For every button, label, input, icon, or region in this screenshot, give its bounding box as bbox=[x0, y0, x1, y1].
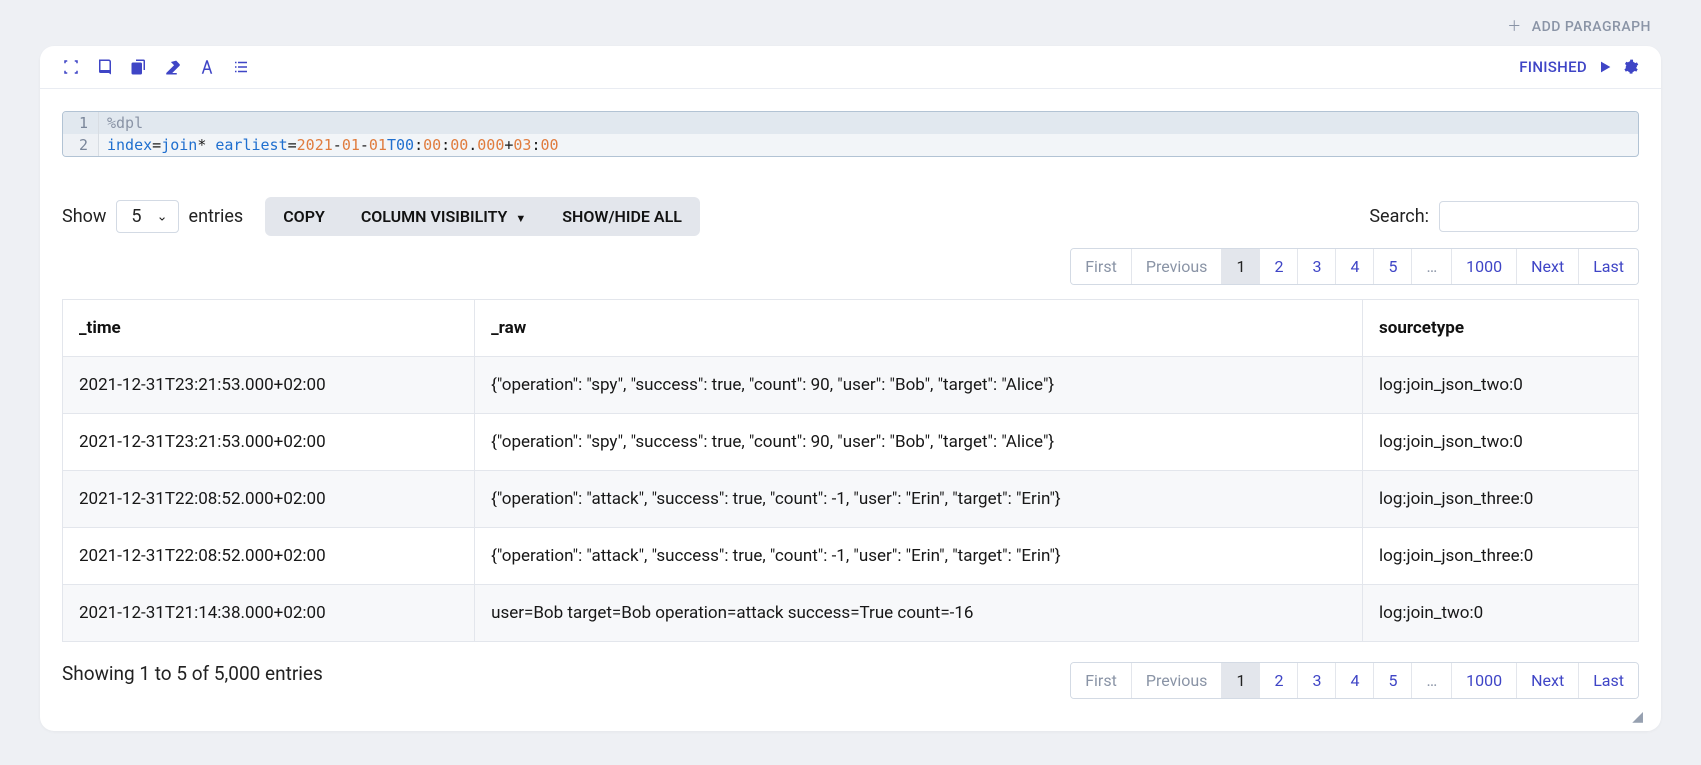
page-button[interactable]: 1000 bbox=[1451, 663, 1516, 698]
page-button[interactable]: 5 bbox=[1373, 663, 1411, 698]
page-button: Previous bbox=[1131, 249, 1222, 284]
code-line-2: 2 index=join* earliest=2021-01-01T00:00:… bbox=[63, 134, 1638, 156]
column-header[interactable]: sourcetype bbox=[1363, 300, 1639, 357]
gear-icon[interactable] bbox=[1623, 59, 1639, 75]
add-paragraph-label: ADD PARAGRAPH bbox=[1532, 19, 1651, 35]
page-button[interactable]: Last bbox=[1578, 249, 1638, 284]
copy-button[interactable]: COPY bbox=[265, 197, 343, 236]
page-button[interactable]: Last bbox=[1578, 663, 1638, 698]
table-info: Showing 1 to 5 of 5,000 entries bbox=[62, 662, 323, 685]
table-row: 2021-12-31T23:21:53.000+02:00{"operation… bbox=[63, 414, 1639, 471]
table-controls: Show 5 ⌄ entries COPY COLUMN VISIBILITY … bbox=[40, 157, 1661, 248]
table-cell: 2021-12-31T22:08:52.000+02:00 bbox=[63, 528, 475, 585]
font-icon[interactable] bbox=[198, 58, 216, 76]
code-line-1: 1 %dpl bbox=[63, 112, 1638, 134]
pagination-top: FirstPrevious12345…1000NextLast bbox=[1070, 248, 1639, 285]
table-cell: 2021-12-31T23:21:53.000+02:00 bbox=[63, 414, 475, 471]
show-hide-all-button[interactable]: SHOW/HIDE ALL bbox=[544, 197, 700, 236]
page-button[interactable]: 3 bbox=[1297, 249, 1335, 284]
table-row: 2021-12-31T23:21:53.000+02:00{"operation… bbox=[63, 357, 1639, 414]
copy-icon[interactable] bbox=[130, 58, 148, 76]
page-button: … bbox=[1411, 249, 1451, 284]
table-cell: log:join_json_three:0 bbox=[1363, 528, 1639, 585]
page-button[interactable]: 3 bbox=[1297, 663, 1335, 698]
list-icon[interactable] bbox=[232, 58, 250, 76]
eraser-icon[interactable] bbox=[164, 58, 182, 76]
table-row: 2021-12-31T21:14:38.000+02:00user=Bob ta… bbox=[63, 585, 1639, 642]
results-table: _time_rawsourcetype 2021-12-31T23:21:53.… bbox=[62, 299, 1639, 642]
show-label: Show bbox=[62, 206, 106, 227]
entries-label: entries bbox=[189, 206, 244, 227]
page-button[interactable]: 4 bbox=[1335, 663, 1373, 698]
table-cell: user=Bob target=Bob operation=attack suc… bbox=[475, 585, 1363, 642]
table-cell: log:join_json_two:0 bbox=[1363, 357, 1639, 414]
page-button: Previous bbox=[1131, 663, 1222, 698]
page-button[interactable]: Next bbox=[1516, 663, 1578, 698]
table-cell: 2021-12-31T21:14:38.000+02:00 bbox=[63, 585, 475, 642]
search-label: Search: bbox=[1369, 206, 1429, 227]
page-button[interactable]: 2 bbox=[1259, 663, 1297, 698]
table-cell: log:join_json_three:0 bbox=[1363, 471, 1639, 528]
table-cell: {"operation": "spy", "success": true, "c… bbox=[475, 357, 1363, 414]
pagination-bottom: FirstPrevious12345…1000NextLast bbox=[1070, 662, 1639, 699]
cell-toolbar: FINISHED bbox=[40, 46, 1661, 89]
resize-handle-icon[interactable]: ◢ bbox=[40, 709, 1661, 731]
page-button: … bbox=[1411, 663, 1451, 698]
table-cell: {"operation": "attack", "success": true,… bbox=[475, 528, 1363, 585]
caret-down-icon: ▼ bbox=[515, 212, 526, 225]
table-cell: log:join_two:0 bbox=[1363, 585, 1639, 642]
code-editor[interactable]: 1 %dpl 2 index=join* earliest=2021-01-01… bbox=[62, 111, 1639, 157]
chevron-down-icon: ⌄ bbox=[157, 209, 168, 224]
table-cell: log:join_json_two:0 bbox=[1363, 414, 1639, 471]
table-row: 2021-12-31T22:08:52.000+02:00{"operation… bbox=[63, 471, 1639, 528]
page-button[interactable]: 1000 bbox=[1451, 249, 1516, 284]
page-button[interactable]: 2 bbox=[1259, 249, 1297, 284]
notebook-cell: FINISHED 1 %dpl 2 index=join* earliest=2… bbox=[40, 46, 1661, 731]
table-cell: {"operation": "spy", "success": true, "c… bbox=[475, 414, 1363, 471]
book-icon[interactable] bbox=[96, 58, 114, 76]
search-input[interactable] bbox=[1439, 201, 1639, 232]
page-button: First bbox=[1071, 663, 1131, 698]
table-cell: {"operation": "attack", "success": true,… bbox=[475, 471, 1363, 528]
column-header[interactable]: _time bbox=[63, 300, 475, 357]
table-cell: 2021-12-31T22:08:52.000+02:00 bbox=[63, 471, 475, 528]
table-row: 2021-12-31T22:08:52.000+02:00{"operation… bbox=[63, 528, 1639, 585]
cell-status: FINISHED bbox=[1519, 58, 1587, 76]
page-button[interactable]: Next bbox=[1516, 249, 1578, 284]
column-header[interactable]: _raw bbox=[475, 300, 1363, 357]
table-cell: 2021-12-31T23:21:53.000+02:00 bbox=[63, 357, 475, 414]
page-button[interactable]: 1 bbox=[1221, 663, 1259, 698]
page-size-select[interactable]: 5 ⌄ bbox=[116, 200, 178, 233]
page-button[interactable]: 5 bbox=[1373, 249, 1411, 284]
add-paragraph-button[interactable]: ＋ ADD PARAGRAPH bbox=[40, 0, 1661, 46]
plus-icon: ＋ bbox=[1507, 19, 1522, 35]
collapse-icon[interactable] bbox=[62, 58, 80, 76]
column-visibility-button[interactable]: COLUMN VISIBILITY ▼ bbox=[343, 197, 544, 236]
run-icon[interactable] bbox=[1597, 59, 1613, 75]
page-button[interactable]: 1 bbox=[1221, 249, 1259, 284]
page-button: First bbox=[1071, 249, 1131, 284]
page-button[interactable]: 4 bbox=[1335, 249, 1373, 284]
